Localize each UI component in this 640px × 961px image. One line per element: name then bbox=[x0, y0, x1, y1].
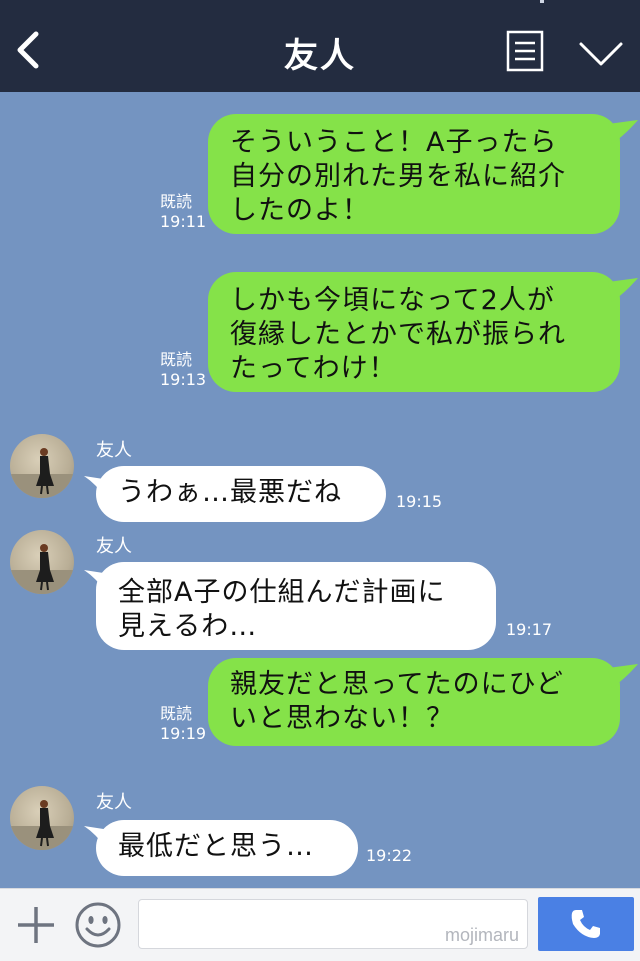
chat-title: 友人 bbox=[284, 36, 356, 76]
message-line: 最低だと思う… bbox=[118, 831, 314, 862]
incoming-message-bubble[interactable]: 全部A子の仕組んだ計画に 見えるわ… bbox=[96, 562, 496, 650]
incoming-message-bubble[interactable]: 最低だと思う… bbox=[96, 820, 358, 876]
message-line: 親友だと思ってたのにひど bbox=[230, 669, 564, 700]
bubble-tail bbox=[608, 664, 638, 688]
incoming-message-bubble[interactable]: うわぁ…最悪だね bbox=[96, 466, 386, 522]
message-line: 全部A子の仕組んだ計画に bbox=[118, 577, 446, 608]
message-line: たってわけ！ bbox=[230, 353, 397, 384]
chat-header: 友人 bbox=[0, 0, 640, 92]
smiley-icon[interactable] bbox=[74, 901, 122, 949]
outgoing-message-bubble[interactable]: そういうこと！A子ったら 自分の別れた男を私に紹介 したのよ！ bbox=[208, 114, 620, 234]
message-time: 19:22 bbox=[366, 846, 413, 865]
message-line: うわぁ…最悪だね bbox=[118, 477, 342, 508]
plus-icon[interactable] bbox=[16, 905, 56, 945]
person-photo-icon bbox=[10, 800, 74, 850]
message-line: そういうこと！A子ったら bbox=[230, 127, 558, 158]
read-receipt: 既読 19:11 bbox=[160, 192, 206, 232]
message-line: いと思わない！？ bbox=[230, 703, 454, 734]
person-photo-icon bbox=[10, 544, 74, 594]
avatar[interactable] bbox=[10, 434, 74, 498]
outgoing-message-bubble[interactable]: しかも今頃になって2人が 復縁したとかで私が振られ たってわけ！ bbox=[208, 272, 620, 392]
read-label: 既読 bbox=[160, 192, 193, 211]
message-time: 19:15 bbox=[396, 492, 443, 511]
message-time: 19:17 bbox=[506, 620, 553, 639]
read-receipt: 既読 19:13 bbox=[160, 350, 206, 390]
document-menu-icon[interactable] bbox=[506, 30, 544, 72]
call-button[interactable] bbox=[538, 897, 634, 951]
avatar[interactable] bbox=[10, 530, 74, 594]
status-bar-fragment bbox=[540, 0, 544, 3]
phone-icon bbox=[571, 910, 600, 938]
read-receipt: 既読 19:19 bbox=[160, 704, 206, 744]
outgoing-message-bubble[interactable]: 親友だと思ってたのにひど いと思わない！？ bbox=[208, 658, 620, 746]
message-line: 見えるわ… bbox=[118, 611, 258, 642]
chevron-down-icon[interactable] bbox=[578, 40, 624, 68]
bubble-tail bbox=[608, 120, 638, 144]
message-line: 自分の別れた男を私に紹介 bbox=[230, 161, 566, 192]
message-input[interactable]: mojimaru bbox=[138, 899, 528, 949]
message-line: 復縁したとかで私が振られ bbox=[230, 319, 566, 350]
message-input-bar: mojimaru bbox=[0, 888, 640, 961]
watermark: mojimaru bbox=[444, 925, 519, 945]
person-photo-icon bbox=[10, 448, 74, 498]
sender-name: 友人 bbox=[96, 536, 132, 557]
avatar[interactable] bbox=[10, 786, 74, 850]
sender-name: 友人 bbox=[96, 792, 132, 813]
read-label: 既読 bbox=[160, 704, 193, 723]
sender-name: 友人 bbox=[96, 440, 132, 461]
chat-area[interactable]: 既読 19:11 そういうこと！A子ったら 自分の別れた男を私に紹介 したのよ！… bbox=[0, 92, 640, 888]
message-time: 19:19 bbox=[160, 724, 207, 743]
bubble-tail bbox=[608, 278, 638, 302]
message-time: 19:11 bbox=[160, 212, 207, 231]
message-line: したのよ！ bbox=[230, 195, 370, 226]
read-label: 既読 bbox=[160, 350, 193, 369]
message-time: 19:13 bbox=[160, 370, 207, 389]
message-line: しかも今頃になって2人が bbox=[230, 285, 555, 316]
